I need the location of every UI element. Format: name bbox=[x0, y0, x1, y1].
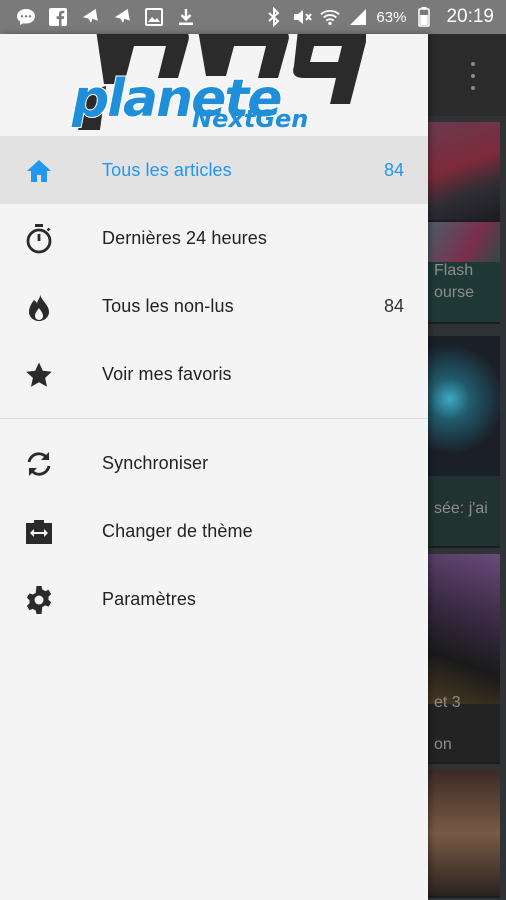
logo-dark-shape bbox=[293, 34, 367, 104]
nav-item-label: Tous les articles bbox=[102, 159, 232, 180]
nav-item-all-unread[interactable]: Tous les non-lus 84 bbox=[0, 272, 428, 340]
nav-item-label: Voir mes favoris bbox=[102, 363, 232, 384]
nav-item-all-articles[interactable]: Tous les articles 84 bbox=[0, 136, 428, 204]
wifi-icon bbox=[320, 7, 341, 27]
facebook-icon bbox=[48, 7, 68, 27]
plane-icon bbox=[80, 7, 100, 27]
messenger-icon bbox=[16, 7, 36, 27]
article-title-fragment: ourse bbox=[434, 284, 475, 301]
drawer-nav-list: Tous les articles 84 Dernières 24 heures… bbox=[0, 136, 428, 633]
article-title-fragment: on bbox=[434, 736, 452, 753]
nav-item-settings[interactable]: Paramètres bbox=[0, 565, 428, 633]
timer-icon bbox=[24, 224, 54, 254]
planete-nextgen-logo: planete NextGen bbox=[66, 34, 367, 136]
home-icon bbox=[24, 156, 54, 186]
battery-icon bbox=[414, 7, 434, 27]
logo-subtitle: NextGen bbox=[192, 105, 308, 130]
system-icons: 63% 20:19 bbox=[264, 0, 494, 34]
flame-icon bbox=[24, 292, 54, 322]
article-thumbnail bbox=[428, 770, 500, 896]
background-article-card[interactable]: Flash ourse bbox=[428, 222, 500, 324]
settings-icon bbox=[24, 585, 54, 615]
nav-item-label: Dernières 24 heures bbox=[102, 227, 267, 248]
plane-icon bbox=[112, 7, 132, 27]
navigation-drawer: planete NextGen Tous les articles 84 Der… bbox=[0, 34, 428, 900]
mute-icon bbox=[292, 7, 313, 27]
bluetooth-icon bbox=[264, 7, 284, 27]
drawer-header: planete NextGen bbox=[0, 34, 428, 136]
nav-item-label: Synchroniser bbox=[102, 452, 209, 473]
nav-item-last-24-hours[interactable]: Dernières 24 heures bbox=[0, 204, 428, 272]
background-article-card[interactable] bbox=[428, 770, 500, 898]
battery-percentage: 63% bbox=[376, 8, 407, 26]
clock: 20:19 bbox=[446, 6, 494, 27]
article-title-fragment: sée: j'ai bbox=[434, 500, 488, 517]
article-thumbnail bbox=[428, 122, 500, 220]
signal-icon bbox=[348, 7, 368, 27]
background-article-card[interactable] bbox=[428, 122, 500, 222]
star-icon bbox=[24, 360, 54, 390]
nav-item-sync[interactable]: Synchroniser bbox=[0, 429, 428, 497]
status-bar: 63% 20:19 bbox=[0, 0, 506, 34]
nav-item-label: Tous les non-lus bbox=[102, 295, 234, 316]
drawer-divider bbox=[0, 418, 428, 419]
nav-item-count: 84 bbox=[383, 295, 404, 316]
article-thumbnail bbox=[428, 554, 500, 704]
sync-icon bbox=[24, 449, 54, 479]
theme-icon bbox=[24, 517, 54, 547]
nav-item-label: Paramètres bbox=[102, 588, 197, 609]
article-thumbnail bbox=[428, 222, 500, 262]
nav-item-favorites[interactable]: Voir mes favoris bbox=[0, 340, 428, 408]
download-icon bbox=[176, 7, 196, 27]
article-thumbnail bbox=[428, 336, 500, 476]
nav-item-label: Changer de thème bbox=[102, 520, 253, 541]
article-title-fragment: Flash bbox=[434, 262, 474, 279]
background-article-card[interactable]: et 3 on bbox=[428, 554, 500, 764]
article-title-fragment: et 3 bbox=[434, 694, 461, 711]
nav-item-change-theme[interactable]: Changer de thème bbox=[0, 497, 428, 565]
image-icon bbox=[144, 7, 164, 27]
background-article-card[interactable]: sée: j'ai bbox=[428, 336, 500, 548]
notification-icons bbox=[16, 7, 196, 27]
overflow-menu-icon[interactable] bbox=[466, 62, 480, 90]
nav-item-count: 84 bbox=[383, 159, 404, 180]
